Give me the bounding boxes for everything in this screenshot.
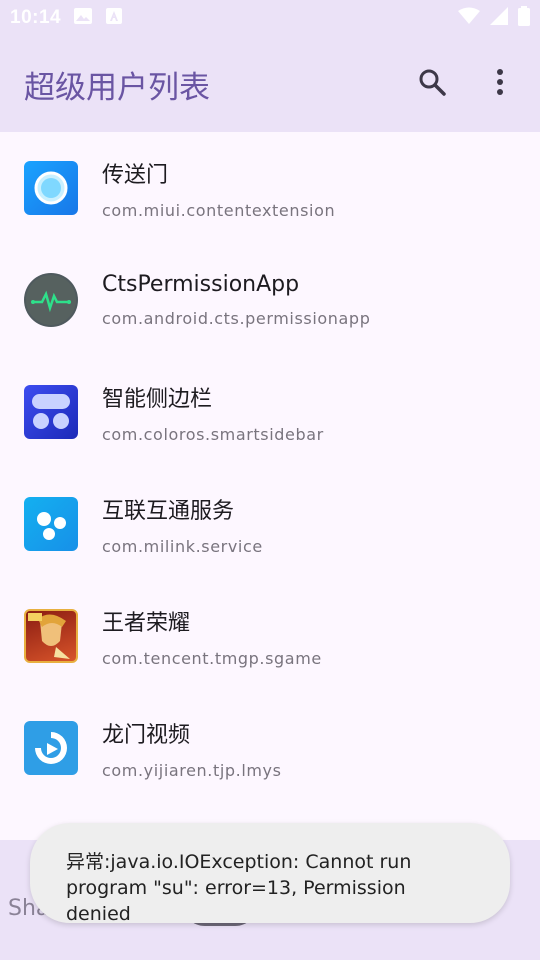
- portal-icon: [24, 161, 78, 215]
- app-package: com.milink.service: [102, 536, 263, 556]
- app-package: com.yijiaren.tjp.lmys: [102, 760, 282, 780]
- battery-icon: [518, 6, 530, 30]
- search-button[interactable]: [416, 68, 448, 100]
- text-a-icon: [105, 7, 123, 29]
- app-name: 王者荣耀: [102, 610, 191, 636]
- dots-icon: [24, 497, 78, 551]
- list-item[interactable]: 互联互通服务 com.milink.service: [0, 468, 540, 580]
- status-bar: 10:14: [0, 0, 540, 36]
- app-name: 龙门视频: [102, 722, 191, 748]
- wifi-icon: [458, 7, 480, 29]
- sidebar-icon: [24, 385, 78, 439]
- list-item[interactable]: 王者荣耀 com.tencent.tmgp.sgame: [0, 580, 540, 692]
- app-name: CtsPermissionApp: [102, 272, 300, 297]
- app-package: com.tencent.tmgp.sgame: [102, 648, 322, 668]
- signal-icon: [490, 7, 508, 29]
- app-list: 传送门 com.miui.contentextension CtsPermiss…: [0, 132, 540, 804]
- app-name: 传送门: [102, 162, 169, 188]
- list-item[interactable]: CtsPermissionApp com.android.cts.permiss…: [0, 244, 540, 356]
- list-item[interactable]: 传送门 com.miui.contentextension: [0, 132, 540, 244]
- app-name: 互联互通服务: [102, 498, 235, 524]
- heartbeat-icon: [24, 273, 78, 327]
- list-item[interactable]: 龙门视频 com.yijiaren.tjp.lmys: [0, 692, 540, 804]
- game-icon: [24, 609, 78, 663]
- app-package: com.miui.contentextension: [102, 200, 336, 220]
- more-vert-icon: [496, 68, 504, 100]
- app-package: com.coloros.smartsidebar: [102, 424, 324, 444]
- page-title: 超级用户列表: [24, 69, 210, 106]
- video-play-icon: [24, 721, 78, 775]
- image-icon: [73, 7, 93, 29]
- toast-message: 异常:java.io.IOException: Cannot run progr…: [66, 851, 412, 925]
- error-toast: 异常:java.io.IOException: Cannot run progr…: [30, 823, 510, 925]
- app-bar: 超级用户列表: [0, 36, 540, 132]
- status-time: 10:14: [10, 7, 62, 28]
- more-options-button[interactable]: [484, 68, 516, 100]
- app-name: 智能侧边栏: [102, 386, 213, 412]
- search-icon: [418, 68, 446, 100]
- app-package: com.android.cts.permissionapp: [102, 309, 371, 328]
- list-item[interactable]: 智能侧边栏 com.coloros.smartsidebar: [0, 356, 540, 468]
